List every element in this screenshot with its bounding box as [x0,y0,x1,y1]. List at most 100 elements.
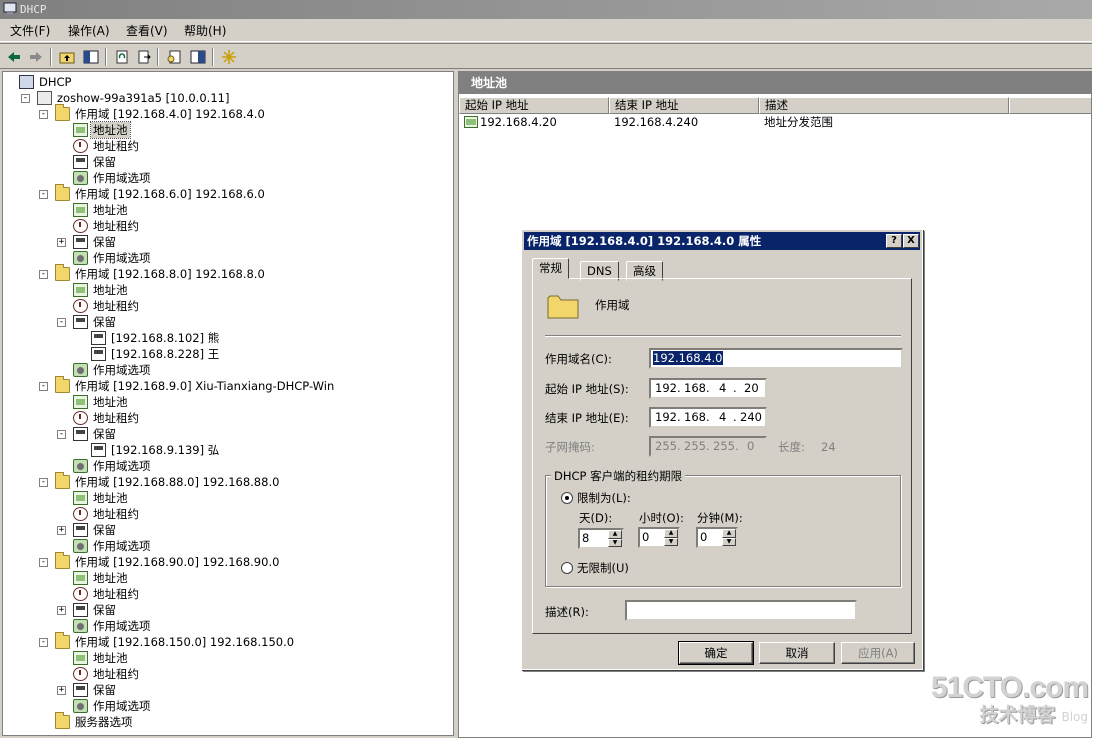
collapse-icon[interactable]: - [57,318,66,327]
tree-node[interactable]: [192.168.8.102] 熊 [3,330,453,346]
show-tree-icon[interactable] [82,48,100,66]
column-end-ip[interactable]: 结束 IP 地址 [609,97,759,114]
minutes-spinner[interactable]: 0 ▲ ▼ [696,527,738,548]
scope-name-input[interactable]: 192.168.4.0 [649,348,903,369]
expand-icon[interactable]: + [57,606,66,615]
tree-node[interactable]: - 保留 [3,314,453,330]
tab-general[interactable]: 常规 [532,258,569,279]
tree-node[interactable]: 地址池 [3,570,453,586]
expand-icon[interactable]: + [57,686,66,695]
ok-button[interactable]: 确定 [678,641,754,665]
collapse-icon[interactable]: - [39,638,48,647]
scope-tree[interactable]: DHCP - zoshow-99a391a5 [10.0.0.11] - 作用域 [19… [2,71,454,736]
days-spinner[interactable]: 8 ▲ ▼ [578,528,624,549]
tree-node[interactable]: 作用域选项 [3,618,453,634]
tree-node[interactable]: - 作用域 [192.168.9.0] Xiu-Tianxiang-DHCP-Wi… [3,376,453,394]
help-icon[interactable] [189,48,207,66]
export-icon[interactable] [135,48,153,66]
menu-file[interactable]: 文件(F) [6,23,54,40]
menu-help[interactable]: 帮助(H) [180,23,230,40]
apply-button[interactable]: 应用(A) [841,642,915,664]
tree-node[interactable]: - 作用域 [192.168.6.0] 192.168.6.0 [3,184,453,202]
collapse-icon[interactable]: - [57,430,66,439]
tree-node[interactable]: [192.168.9.139] 弘 [3,442,453,458]
properties-icon[interactable] [165,48,183,66]
tree-node[interactable]: 地址租约 [3,138,453,154]
collapse-icon[interactable]: - [39,190,48,199]
up-folder-icon[interactable] [58,48,76,66]
column-filler [1009,97,1091,114]
tree-node[interactable]: [192.168.8.228] 王 [3,346,453,362]
start-ip-label: 起始 IP 地址(S): [545,382,629,396]
back-icon[interactable] [5,48,23,66]
refresh-icon[interactable] [113,48,131,66]
star-icon[interactable] [220,48,238,66]
tree-node[interactable]: + 保留 [3,682,453,698]
options-icon [73,459,88,473]
tree-node[interactable]: 作用域选项 [3,250,453,266]
tree-node[interactable]: 保留 [3,154,453,170]
tree-node[interactable]: 服务器选项 [3,712,453,730]
reservation-icon [91,347,106,361]
expand-icon[interactable]: + [57,526,66,535]
tree-node[interactable]: DHCP [3,74,453,90]
tree-node[interactable]: 地址租约 [3,666,453,682]
minutes-spin-buttons[interactable]: ▲ ▼ [722,529,736,546]
separator [545,335,901,337]
tree-node[interactable]: 地址池 [3,202,453,218]
hours-spin-buttons[interactable]: ▲ ▼ [664,529,678,546]
tree-node[interactable]: + 保留 [3,522,453,538]
tree-node[interactable]: 地址池 [3,121,453,139]
tree-node[interactable]: - 作用域 [192.168.4.0] 192.168.4.0 [3,104,453,122]
expand-icon[interactable]: + [57,238,66,247]
collapse-icon[interactable]: - [39,558,48,567]
menu-view[interactable]: 查看(V) [122,23,172,40]
tree-node[interactable]: - 作用域 [192.168.150.0] 192.168.150.0 [3,632,453,650]
menu-action[interactable]: 操作(A) [64,23,114,40]
tree-node[interactable]: 作用域选项 [3,538,453,554]
collapse-icon[interactable]: - [39,110,48,119]
tree-node[interactable]: 地址池 [3,394,453,410]
details-header: 地址池 [459,72,1091,94]
cancel-button[interactable]: 取消 [759,642,835,664]
column-description[interactable]: 描述 [759,97,1009,114]
tree-node[interactable]: 地址池 [3,490,453,506]
forward-icon[interactable] [27,48,45,66]
tree-node[interactable]: - 保留 [3,426,453,442]
start-ip-input[interactable]: 192. 168. 4. 20 [649,378,767,399]
hours-spinner[interactable]: 0 ▲ ▼ [638,527,680,548]
description-input[interactable] [625,600,857,621]
tree-node[interactable]: 地址池 [3,650,453,666]
collapse-icon[interactable]: - [39,270,48,279]
collapse-icon[interactable]: - [39,382,48,391]
limited-radio[interactable] [561,492,573,504]
tree-node[interactable]: - 作用域 [192.168.8.0] 192.168.8.0 [3,264,453,282]
tree-node[interactable]: - 作用域 [192.168.90.0] 192.168.90.0 [3,552,453,570]
collapse-icon[interactable]: - [39,478,48,487]
reservation-icon [73,235,88,249]
pool-icon [73,395,88,409]
tree-node[interactable]: + 保留 [3,602,453,618]
tree-node[interactable]: 地址租约 [3,218,453,234]
tree-node[interactable]: 作用域选项 [3,458,453,474]
close-button[interactable]: X [903,234,919,248]
tree-node[interactable]: + 保留 [3,234,453,250]
tree-node[interactable]: 作用域选项 [3,698,453,714]
tree-node[interactable]: - 作用域 [192.168.88.0] 192.168.88.0 [3,472,453,490]
tree-node[interactable]: 地址租约 [3,586,453,602]
days-spin-buttons[interactable]: ▲ ▼ [608,530,622,547]
dhcp-icon [19,75,34,89]
tree-node[interactable]: 作用域选项 [3,170,453,186]
tree-node[interactable]: 作用域选项 [3,362,453,378]
collapse-icon[interactable]: - [21,94,30,103]
tree-node[interactable]: 地址租约 [3,506,453,522]
end-ip-input[interactable]: 192. 168. 4. 240 [649,407,767,428]
column-start-ip[interactable]: 起始 IP 地址 [459,97,609,114]
tree-node[interactable]: 地址租约 [3,410,453,426]
unlimited-radio[interactable] [561,562,573,574]
tree-node[interactable]: - zoshow-99a391a5 [10.0.0.11] [3,90,453,106]
tree-node[interactable]: 地址池 [3,282,453,298]
tree-node[interactable]: 地址租约 [3,298,453,314]
help-button[interactable]: ? [886,234,902,248]
tree-node-label: 作用域选项 [93,539,151,553]
